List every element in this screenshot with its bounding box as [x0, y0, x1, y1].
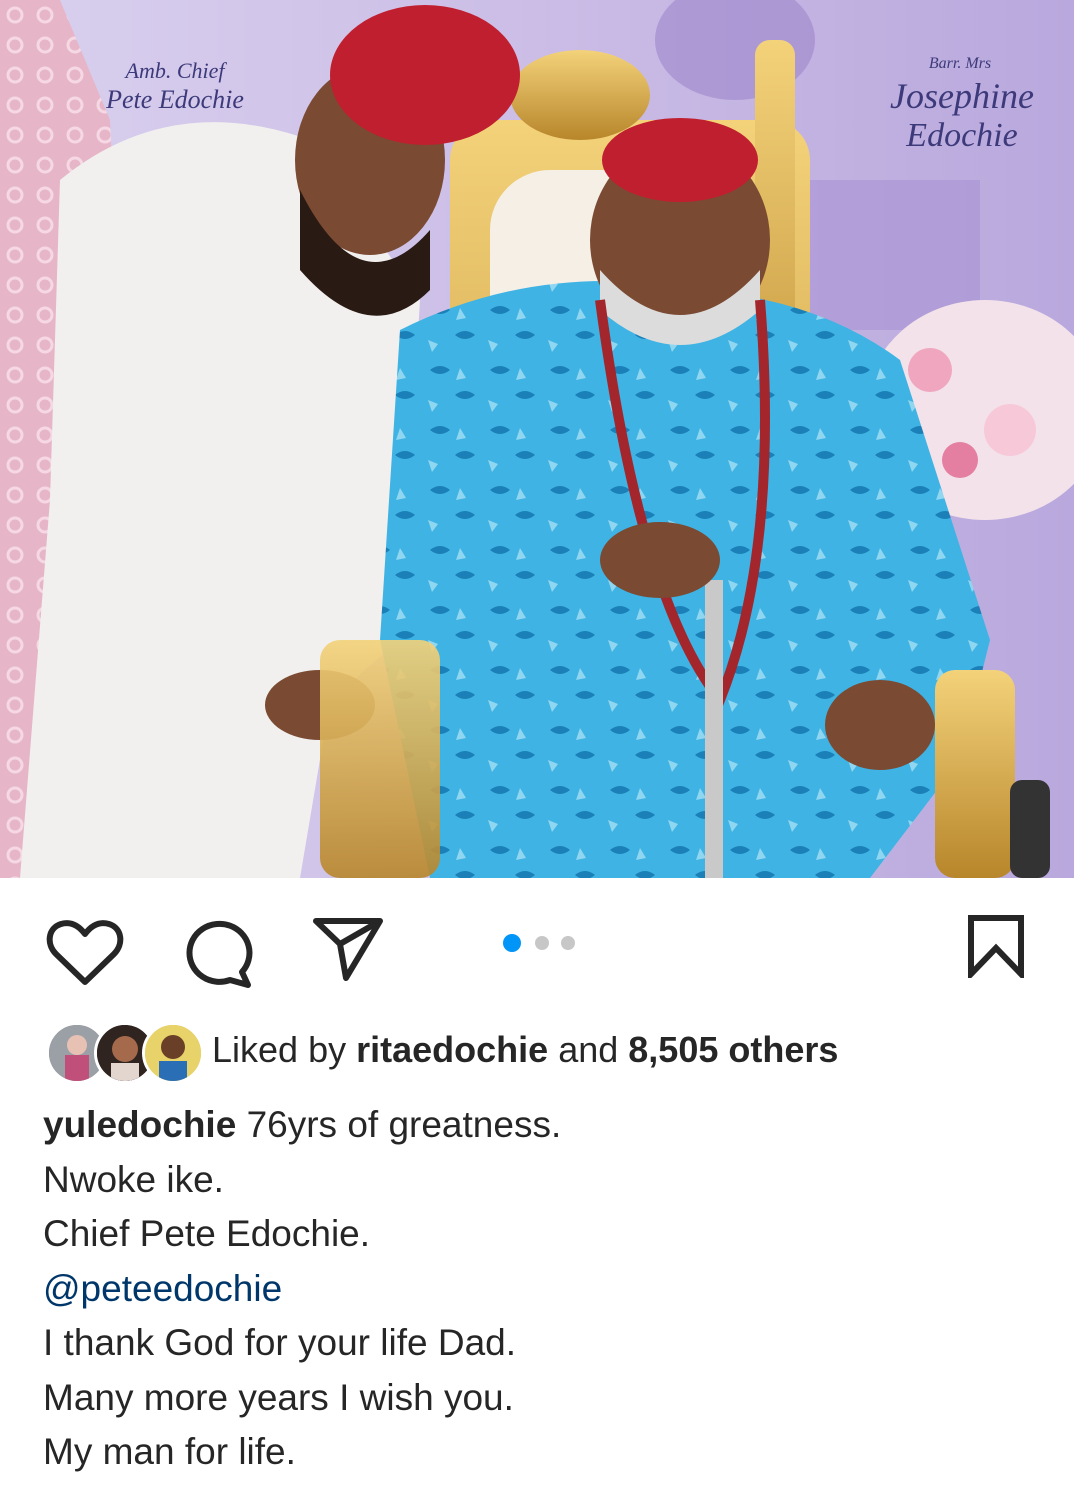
banner-right-line1: Barr. Mrs: [929, 55, 991, 72]
caption: yuledochie 76yrs of greatness. Nwoke ike…: [43, 1098, 1043, 1480]
caption-line: Chief Pete Edochie.: [43, 1213, 371, 1254]
caption-line: Many more years I wish you.: [43, 1376, 514, 1418]
likes-others-count[interactable]: 8,505 others: [628, 1029, 838, 1070]
caption-line: My man for life.: [43, 1431, 296, 1472]
likes-row: Liked by ritaedochie and 8,505 others: [46, 1020, 1046, 1084]
liker-username[interactable]: ritaedochie: [356, 1029, 548, 1070]
likes-prefix: Liked by: [212, 1029, 347, 1070]
send-icon[interactable]: [312, 916, 384, 984]
caption-text: 76yrs of greatness.: [246, 1104, 562, 1145]
likes-text[interactable]: Liked by ritaedochie and 8,505 others: [212, 1028, 838, 1072]
comment-icon[interactable]: [180, 918, 254, 988]
avatar-image: [145, 1025, 201, 1081]
caption-line: I thank God for your life Dad.: [43, 1322, 517, 1363]
post-photo[interactable]: Amb. Chief Pete Edochie Barr. Mrs Joseph…: [0, 0, 1074, 878]
caption-line: Nwoke ike.: [43, 1158, 224, 1200]
banner-right-line2: Josephine: [890, 76, 1034, 116]
carousel-dot: [561, 936, 575, 950]
carousel-dot-active: [503, 934, 521, 952]
banner-right-line3: Edochie: [905, 117, 1017, 154]
banner-left-line1: Amb. Chief: [124, 58, 228, 83]
caption-first-line: yuledochie 76yrs of greatness.: [43, 1098, 1043, 1153]
bookmark-icon[interactable]: [966, 914, 1026, 978]
post-photo-illustration: Amb. Chief Pete Edochie Barr. Mrs Joseph…: [0, 0, 1074, 878]
banner-left-line2: Pete Edochie: [105, 85, 244, 114]
avatar[interactable]: [142, 1022, 204, 1084]
likes-conjunction: and: [558, 1029, 619, 1070]
heart-icon[interactable]: [46, 918, 124, 988]
carousel-dot: [535, 936, 549, 950]
caption-username[interactable]: yuledochie: [43, 1104, 236, 1145]
caption-mention[interactable]: @peteedochie: [43, 1262, 1043, 1317]
